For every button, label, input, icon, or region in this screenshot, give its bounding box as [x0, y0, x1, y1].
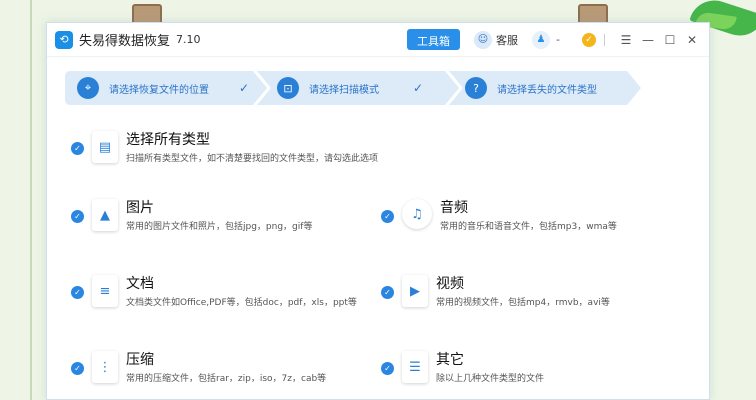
- list-icon: ☰: [402, 351, 428, 383]
- maximize-icon[interactable]: ☐: [661, 31, 679, 49]
- app-logo-icon: ⟲: [55, 30, 73, 49]
- step-3-label: 请选择丢失的文件类型: [497, 84, 597, 96]
- qq-label: -: [556, 33, 560, 46]
- qq-button[interactable]: ♟ -: [532, 30, 560, 49]
- option-description: 文档类文件如Office,PDF等，包括doc，pdf，xls，ppt等: [126, 298, 357, 308]
- close-icon[interactable]: ✕: [683, 31, 701, 49]
- option-description: 常用的图片文件和照片，包括jpg，png，gif等: [126, 222, 313, 232]
- document-icon: ≡: [92, 275, 118, 307]
- step-1-label: 请选择恢复文件的位置: [109, 84, 209, 96]
- option-all-types[interactable]: ✓ ▤ 选择所有类型 扫描所有类型文件，如不清楚要找回的文件类型，请勾选此选项: [71, 131, 378, 164]
- option-description: 常用的音乐和语音文件，包括mp3，wma等: [440, 222, 617, 232]
- option-title: 音频: [440, 200, 468, 216]
- video-icon: ▶: [402, 275, 428, 307]
- option-description: 除以上几种文件类型的文件: [436, 374, 545, 384]
- option-title: 文档: [126, 276, 154, 292]
- zip-icon: ⋮: [92, 351, 118, 383]
- qq-icon: ♟: [532, 30, 551, 49]
- check-icon: ✓: [413, 81, 424, 95]
- option-title: 视频: [436, 276, 464, 292]
- app-title: 失易得数据恢复: [79, 34, 171, 49]
- step-progress-bar: ⌖ 请选择恢复文件的位置 ✓ ⊡ 请选择扫描模式 ✓ ? 请选择丢失的文件类型: [65, 71, 645, 105]
- option-video[interactable]: ✓ ▶ 视频 常用的视频文件，包括mp4，rmvb，avi等: [381, 275, 610, 308]
- toolbox-button[interactable]: 工具箱: [407, 29, 461, 50]
- option-compressed[interactable]: ✓ ⋮ 压缩 常用的压缩文件，包括rar，zip，iso，7z，cab等: [71, 351, 326, 384]
- checkbox-checked[interactable]: ✓: [381, 362, 394, 375]
- checkbox-checked[interactable]: ✓: [71, 362, 84, 375]
- app-version: 7.10: [176, 33, 201, 46]
- image-icon: ▲: [92, 199, 118, 231]
- title-bar: ⟲ 失易得数据恢复 7.10 工具箱 ☺ 客服 ♟ - ✓ ☰ — ☐ ✕: [47, 23, 709, 57]
- checkbox-checked[interactable]: ✓: [71, 142, 84, 155]
- option-title: 图片: [126, 200, 154, 216]
- option-description: 扫描所有类型文件，如不清楚要找回的文件类型，请勾选此选项: [126, 154, 379, 164]
- question-icon: ?: [465, 77, 487, 99]
- option-document[interactable]: ✓ ≡ 文档 文档类文件如Office,PDF等，包括doc，pdf，xls，p…: [71, 275, 357, 308]
- music-note-icon: ♫: [402, 199, 432, 229]
- option-description: 常用的视频文件，包括mp4，rmvb，avi等: [436, 298, 610, 308]
- background-line: [30, 0, 32, 400]
- option-description: 常用的压缩文件，包括rar，zip，iso，7z，cab等: [126, 374, 327, 384]
- option-audio[interactable]: ✓ ♫ 音频 常用的音乐和语音文件，包括mp3，wma等: [381, 199, 617, 232]
- toolbar-divider: [604, 33, 605, 46]
- location-pin-icon: ⌖: [77, 77, 99, 99]
- vip-coin-icon[interactable]: ✓: [582, 32, 596, 47]
- option-other[interactable]: ✓ ☰ 其它 除以上几种文件类型的文件: [381, 351, 544, 384]
- menu-icon[interactable]: ☰: [617, 31, 635, 49]
- customer-service-label: 客服: [496, 33, 519, 47]
- checkbox-checked[interactable]: ✓: [381, 210, 394, 223]
- check-icon: ✓: [239, 81, 250, 95]
- minimize-icon[interactable]: —: [639, 31, 657, 49]
- option-title: 其它: [436, 352, 464, 368]
- headset-icon: ☺: [474, 30, 493, 49]
- step-1: ⌖ 请选择恢复文件的位置 ✓: [77, 71, 249, 105]
- all-files-icon: ▤: [92, 131, 118, 163]
- option-title: 压缩: [126, 352, 154, 368]
- step-3: ? 请选择丢失的文件类型: [465, 71, 597, 105]
- step-2-label: 请选择扫描模式: [309, 84, 379, 96]
- step-2: ⊡ 请选择扫描模式 ✓: [277, 71, 423, 105]
- checkbox-checked[interactable]: ✓: [71, 286, 84, 299]
- app-window: ⟲ 失易得数据恢复 7.10 工具箱 ☺ 客服 ♟ - ✓ ☰ — ☐ ✕ ⌖ …: [46, 22, 710, 400]
- customer-service-button[interactable]: ☺ 客服: [474, 30, 519, 49]
- scan-icon: ⊡: [277, 77, 299, 99]
- checkbox-checked[interactable]: ✓: [381, 286, 394, 299]
- option-title: 选择所有类型: [126, 132, 210, 148]
- checkbox-checked[interactable]: ✓: [71, 210, 84, 223]
- option-image[interactable]: ✓ ▲ 图片 常用的图片文件和照片，包括jpg，png，gif等: [71, 199, 312, 232]
